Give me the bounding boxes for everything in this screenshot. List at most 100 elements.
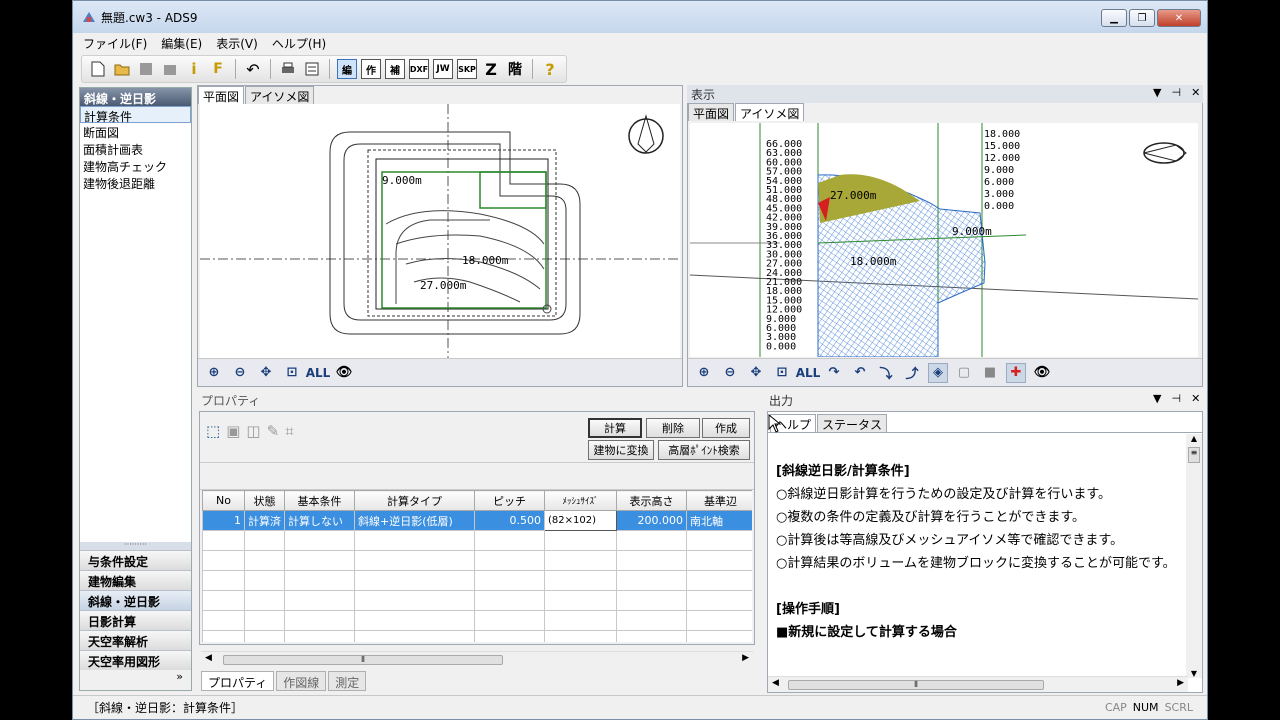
column-header[interactable]: 計算タイプ — [354, 490, 475, 511]
pan-icon[interactable]: ✥ — [256, 363, 276, 383]
menu-file[interactable]: ファイル(F) — [83, 35, 147, 52]
open-folder-icon[interactable] — [112, 59, 132, 79]
scroll-down-icon[interactable]: ▼ — [1186, 669, 1202, 678]
column-header[interactable]: 基本条件 — [284, 490, 355, 511]
zoom-all-button-2[interactable]: ALL — [796, 363, 821, 383]
info-icon[interactable]: i — [184, 59, 204, 79]
nav-sky-analysis[interactable]: 天空率解析 — [80, 630, 191, 650]
zoom-in-icon-2[interactable]: ⊕ — [694, 363, 714, 383]
box-outline-icon[interactable]: ▢ — [954, 363, 974, 383]
table-row[interactable] — [202, 530, 752, 551]
table-row[interactable] — [202, 610, 752, 631]
tool-icon-4[interactable]: ✎ — [267, 422, 280, 440]
close-icon-2[interactable]: ✕ — [1191, 392, 1200, 405]
sidebar-item-height-check[interactable]: 建物高チェック — [80, 157, 191, 174]
axis-icon[interactable]: ✚ — [1006, 362, 1026, 383]
output-scroll-thumb[interactable]: ⦀ — [788, 680, 1044, 690]
tab-plan-2[interactable]: 平面図 — [688, 103, 735, 121]
table-row[interactable] — [202, 590, 752, 611]
props-scroll-thumb[interactable]: ⦀ — [223, 655, 503, 665]
eye-icon[interactable]: 👁 — [334, 363, 354, 383]
z-button[interactable]: Z — [481, 59, 501, 79]
table-cell[interactable]: 200.000 — [616, 510, 687, 531]
isometric-drawing[interactable]: 66.00063.00060.00057.00054.00051.00048.0… — [690, 123, 1198, 357]
printer-icon[interactable] — [278, 59, 298, 79]
zoom-window-icon-2[interactable]: ⊡ — [772, 363, 792, 383]
floor-button[interactable]: 階 — [505, 59, 525, 79]
output-vscroll-thumb[interactable]: ≡ — [1188, 447, 1200, 463]
sidebar-item-calc-conditions[interactable]: 計算条件 — [80, 106, 191, 124]
table-cell[interactable]: 計算済 — [244, 510, 285, 531]
tab-isometric[interactable]: アイソメ図 — [245, 86, 315, 104]
tab-drawing-lines[interactable]: 作図線 — [276, 671, 327, 691]
menu-view[interactable]: 表示(V) — [216, 35, 258, 52]
scroll-right-icon-2[interactable]: ▶ — [1177, 678, 1184, 688]
zoom-in-icon[interactable]: ⊕ — [204, 363, 224, 383]
table-row[interactable] — [202, 630, 752, 642]
output-vscroll[interactable]: ▲ ≡ ▼ — [1186, 434, 1202, 678]
table-cell[interactable]: (82×102) — [544, 510, 617, 531]
close-icon[interactable]: ✕ — [1191, 86, 1200, 99]
tilt-down-icon[interactable]: ⤵ — [876, 363, 896, 383]
create-button[interactable]: 作成 — [702, 418, 750, 438]
convert-to-building-button[interactable]: 建物に変換 — [588, 440, 654, 460]
tab-properties[interactable]: プロパティ — [201, 671, 275, 691]
tool-icon-2[interactable]: ▣ — [226, 422, 240, 440]
scroll-left-icon-2[interactable]: ◀ — [772, 678, 779, 688]
dropdown-icon[interactable]: ▼ — [1153, 86, 1161, 99]
maximize-button[interactable]: ❐ — [1129, 9, 1155, 27]
tab-plan[interactable]: 平面図 — [198, 86, 245, 104]
table-cell[interactable]: 南北軸 — [686, 510, 752, 531]
zoom-out-icon[interactable]: ⊖ — [230, 363, 250, 383]
pin-icon[interactable]: ⊣ — [1171, 86, 1181, 99]
table-row[interactable] — [202, 570, 752, 591]
high-point-search-button[interactable]: 高層ﾎﾟｲﾝﾄ検索 — [658, 440, 750, 460]
wireframe-icon[interactable]: ◈ — [928, 362, 948, 383]
nav-sky-figure[interactable]: 天空率用図形 — [80, 650, 191, 670]
nav-slope-shadow[interactable]: 斜線・逆日影 — [80, 590, 191, 610]
tool-icon-5[interactable]: ⌗ — [285, 422, 293, 440]
table-cell[interactable]: 計算しない — [284, 510, 355, 531]
tool-icon-3[interactable]: ◫ — [246, 422, 260, 440]
table-row[interactable]: 1 計算済 計算しない 斜線+逆日影(低層) 0.500 (82×102) 200.000 南… — [202, 510, 752, 531]
scroll-right-icon[interactable]: ▶ — [742, 653, 749, 663]
nav-given-conditions[interactable]: 与条件設定 — [80, 550, 191, 570]
sidebar-item-setback[interactable]: 建物後退距離 — [80, 174, 191, 191]
minimize-button[interactable]: ▁ — [1101, 9, 1127, 27]
supplement-button[interactable]: 補 — [385, 59, 405, 79]
layout-icon[interactable] — [302, 59, 322, 79]
scroll-up-icon[interactable]: ▲ — [1186, 434, 1202, 443]
sidebar-item-area-table[interactable]: 面積計画表 — [80, 140, 191, 157]
undo-icon[interactable]: ↶ — [243, 59, 263, 79]
font-icon[interactable]: F — [208, 59, 228, 79]
table-cell[interactable]: 0.500 — [474, 510, 545, 531]
sidebar-splitter[interactable]: ········· — [80, 541, 191, 550]
tab-isometric-2[interactable]: アイソメ図 — [735, 103, 805, 121]
select-tool-icon[interactable]: ⬚ — [206, 422, 220, 440]
pin-icon-2[interactable]: ⊣ — [1171, 392, 1181, 405]
help-icon[interactable]: ? — [540, 59, 560, 79]
calc-button[interactable]: 計算 — [588, 418, 642, 438]
zoom-all-button[interactable]: ALL — [306, 363, 331, 383]
zoom-window-icon[interactable]: ⊡ — [282, 363, 302, 383]
sidebar-item-section[interactable]: 断面図 — [80, 123, 191, 140]
plan-drawing[interactable]: 9.000m 18.000m 27.000m — [200, 104, 680, 360]
eye-icon-2[interactable]: 👁 — [1032, 363, 1052, 383]
column-header[interactable]: 表示高さ — [616, 490, 687, 511]
column-header[interactable]: ピッチ — [474, 490, 545, 511]
new-file-icon[interactable] — [88, 59, 108, 79]
delete-button[interactable]: 削除 — [646, 418, 700, 438]
edit-mode-button[interactable]: 編 — [337, 59, 357, 79]
column-header[interactable]: No — [202, 490, 245, 511]
jw-button[interactable]: JW — [433, 59, 453, 79]
zoom-out-icon-2[interactable]: ⊖ — [720, 363, 740, 383]
create-mode-button[interactable]: 作 — [361, 59, 381, 79]
props-hscroll[interactable]: ◀ ⦀ ▶ — [201, 651, 753, 667]
solid-box-icon[interactable]: ■ — [980, 363, 1000, 383]
output-hscroll[interactable]: ◀ ⦀ ▶ — [768, 676, 1188, 692]
skp-button[interactable]: SKP — [457, 59, 477, 79]
close-button[interactable]: ✕ — [1157, 9, 1201, 27]
rotate-left-icon[interactable]: ↶ — [850, 363, 870, 383]
table-row[interactable] — [202, 550, 752, 571]
table-cell[interactable]: 斜線+逆日影(低層) — [354, 510, 475, 531]
